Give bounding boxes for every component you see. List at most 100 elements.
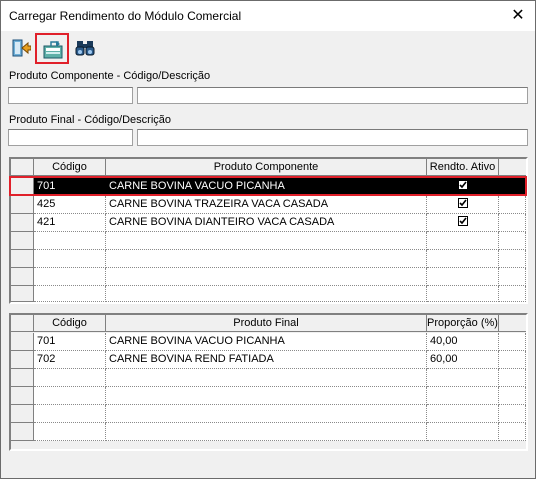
empty-cell <box>106 268 427 286</box>
empty-cell <box>34 387 106 405</box>
cell-filler <box>499 214 526 232</box>
empty-row <box>11 405 526 423</box>
empty-row <box>11 423 526 441</box>
table-row[interactable]: 702 CARNE BOVINA REND FATIADA 60,00 <box>11 351 526 369</box>
checkbox-checked[interactable] <box>457 216 468 226</box>
empty-row <box>11 286 526 302</box>
header-filler <box>499 159 526 176</box>
row-indicator <box>11 351 34 369</box>
empty-cell <box>499 423 526 441</box>
row-indicator <box>11 387 34 405</box>
componente-descricao-field[interactable] <box>137 87 528 104</box>
table-row[interactable]: 421 CARNE BOVINA DIANTEIRO VACA CASADA <box>11 214 526 232</box>
row-indicator <box>11 214 34 232</box>
cell-ativo[interactable] <box>427 178 499 196</box>
empty-cell <box>106 250 427 268</box>
row-indicator <box>11 333 34 351</box>
empty-row <box>11 232 526 250</box>
row-indicator <box>11 250 34 268</box>
grid-corner <box>11 159 34 176</box>
cell-produto[interactable]: CARNE BOVINA REND FATIADA <box>106 351 427 369</box>
cell-codigo[interactable]: 421 <box>34 214 106 232</box>
exit-button[interactable] <box>9 34 33 62</box>
grid-produto-componente: Código Produto Componente Rendto. Ativo … <box>9 157 528 304</box>
empty-cell <box>499 405 526 423</box>
row-indicator <box>11 405 34 423</box>
cell-ativo[interactable] <box>427 196 499 214</box>
row-indicator <box>11 286 34 302</box>
binoculars-icon <box>75 41 95 56</box>
empty-cell <box>106 405 427 423</box>
final-codigo-field[interactable] <box>8 129 133 146</box>
close-button[interactable]: ✕ <box>507 5 529 27</box>
row-indicator <box>11 369 34 387</box>
row-indicator <box>11 232 34 250</box>
col-header-rendto-ativo[interactable]: Rendto. Ativo <box>427 159 499 176</box>
cell-proporcao[interactable]: 40,00 <box>427 333 499 351</box>
cell-codigo[interactable]: 702 <box>34 351 106 369</box>
row-indicator <box>11 196 34 214</box>
empty-row <box>11 250 526 268</box>
col-header-codigo[interactable]: Código <box>34 315 106 332</box>
empty-cell <box>499 232 526 250</box>
exit-icon <box>12 39 31 57</box>
empty-cell <box>106 369 427 387</box>
empty-cell <box>106 232 427 250</box>
checkbox-checked[interactable] <box>458 180 468 190</box>
cell-codigo[interactable]: 701 <box>34 333 106 351</box>
empty-cell <box>427 232 499 250</box>
col-header-produto-componente[interactable]: Produto Componente <box>106 159 427 176</box>
header-filler <box>499 315 526 332</box>
empty-cell <box>427 423 499 441</box>
col-header-produto-final[interactable]: Produto Final <box>106 315 427 332</box>
final-label: Produto Final - Código/Descrição <box>9 114 172 126</box>
componente-codigo-field[interactable] <box>8 87 133 104</box>
cell-proporcao[interactable]: 60,00 <box>427 351 499 369</box>
empty-cell <box>427 286 499 302</box>
cell-codigo[interactable]: 701 <box>34 178 106 196</box>
componente-label: Produto Componente - Código/Descrição <box>9 70 211 82</box>
row-indicator <box>11 423 34 441</box>
empty-cell <box>427 268 499 286</box>
load-button[interactable] <box>35 33 69 64</box>
window-title: Carregar Rendimento do Módulo Comercial <box>9 9 242 23</box>
cell-produto[interactable]: CARNE BOVINA DIANTEIRO VACA CASADA <box>106 214 427 232</box>
empty-cell <box>34 405 106 423</box>
empty-cell <box>106 423 427 441</box>
grid-produto-final: Código Produto Final Proporção (%) 701 C… <box>9 313 528 451</box>
search-button[interactable] <box>73 34 97 62</box>
cell-produto[interactable]: CARNE BOVINA TRAZEIRA VACA CASADA <box>106 196 427 214</box>
table-row[interactable]: 701 CARNE BOVINA VACUO PICANHA <box>11 178 526 196</box>
empty-cell <box>427 250 499 268</box>
empty-cell <box>106 387 427 405</box>
cell-produto[interactable]: CARNE BOVINA VACUO PICANHA <box>106 333 427 351</box>
table-row[interactable]: 701 CARNE BOVINA VACUO PICANHA 40,00 <box>11 333 526 351</box>
empty-cell <box>499 250 526 268</box>
col-header-proporcao[interactable]: Proporção (%) <box>427 315 499 332</box>
empty-cell <box>106 286 427 302</box>
final-descricao-field[interactable] <box>137 129 528 146</box>
cell-produto[interactable]: CARNE BOVINA VACUO PICANHA <box>106 178 427 196</box>
checkbox-checked[interactable] <box>457 198 468 208</box>
empty-row <box>11 369 526 387</box>
empty-row <box>11 387 526 405</box>
table-row[interactable]: 425 CARNE BOVINA TRAZEIRA VACA CASADA <box>11 196 526 214</box>
empty-cell <box>34 369 106 387</box>
cell-codigo[interactable]: 425 <box>34 196 106 214</box>
empty-cell <box>427 405 499 423</box>
row-indicator <box>11 178 34 196</box>
empty-cell <box>499 387 526 405</box>
cell-filler <box>499 351 526 369</box>
empty-cell <box>34 232 106 250</box>
col-header-codigo[interactable]: Código <box>34 159 106 176</box>
cell-filler <box>499 178 526 196</box>
cell-filler <box>499 196 526 214</box>
empty-cell <box>427 387 499 405</box>
row-indicator <box>11 268 34 286</box>
dialog-window: Carregar Rendimento do Módulo Comercial … <box>0 0 536 479</box>
empty-cell <box>427 369 499 387</box>
cell-filler <box>499 333 526 351</box>
empty-cell <box>34 268 106 286</box>
cell-ativo[interactable] <box>427 214 499 232</box>
empty-cell <box>499 286 526 302</box>
